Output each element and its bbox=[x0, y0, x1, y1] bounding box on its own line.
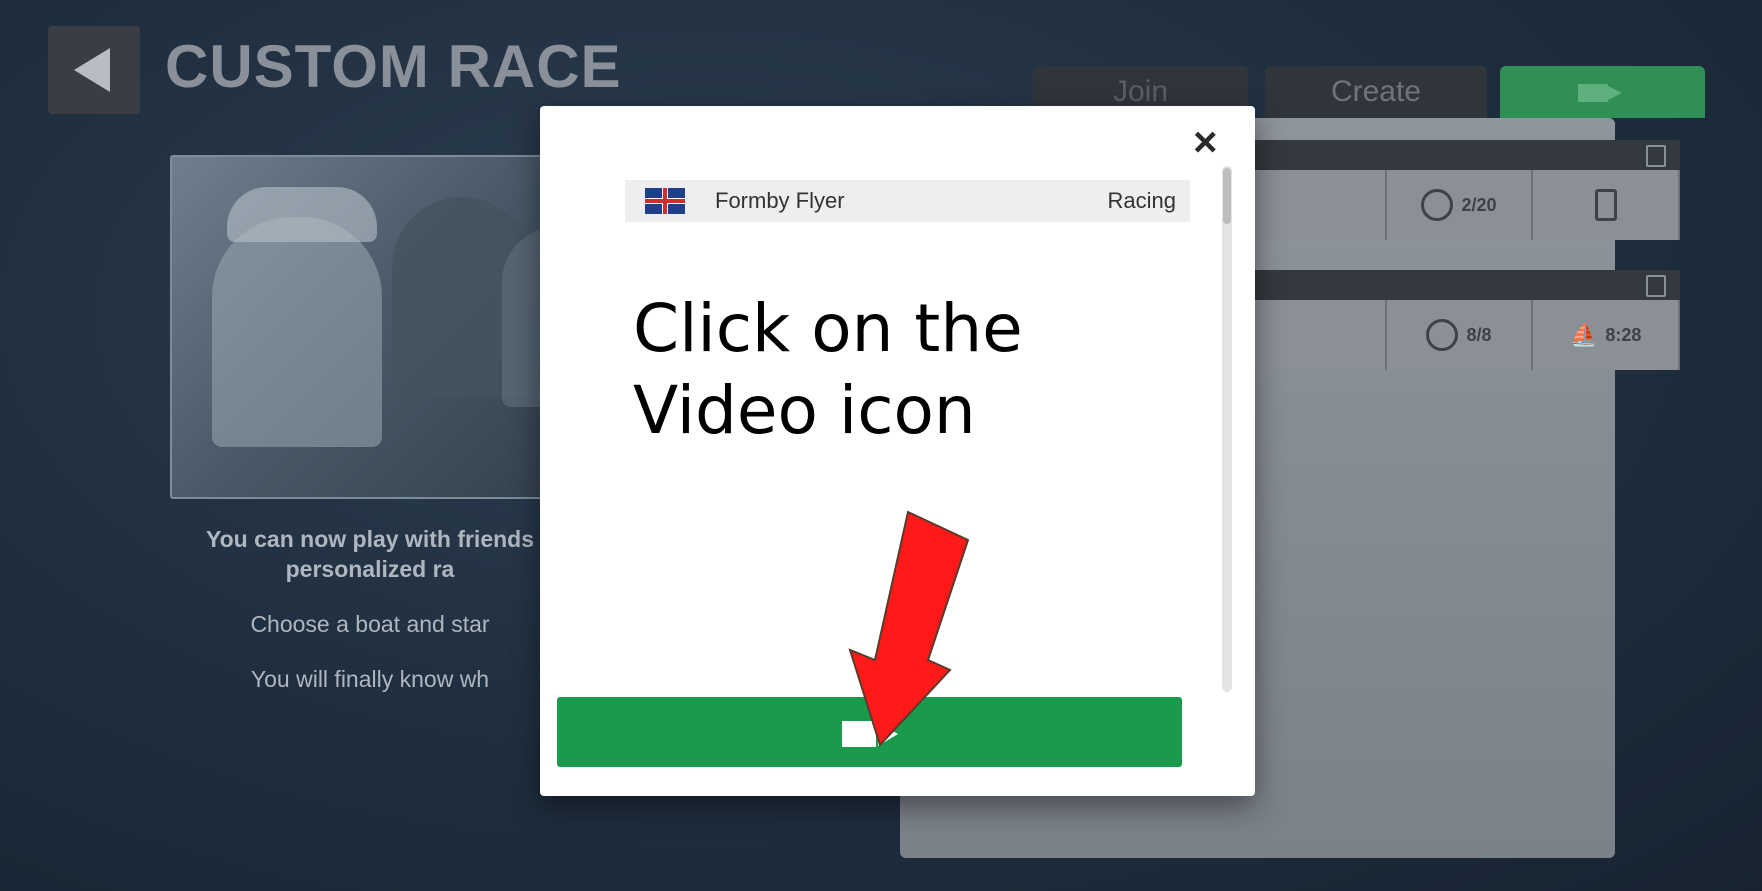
arrow-annotation bbox=[848, 510, 970, 747]
red-arrow-icon bbox=[848, 510, 970, 747]
custom-race-screen: CUSTOM RACE You can now play with friend… bbox=[0, 0, 1762, 891]
